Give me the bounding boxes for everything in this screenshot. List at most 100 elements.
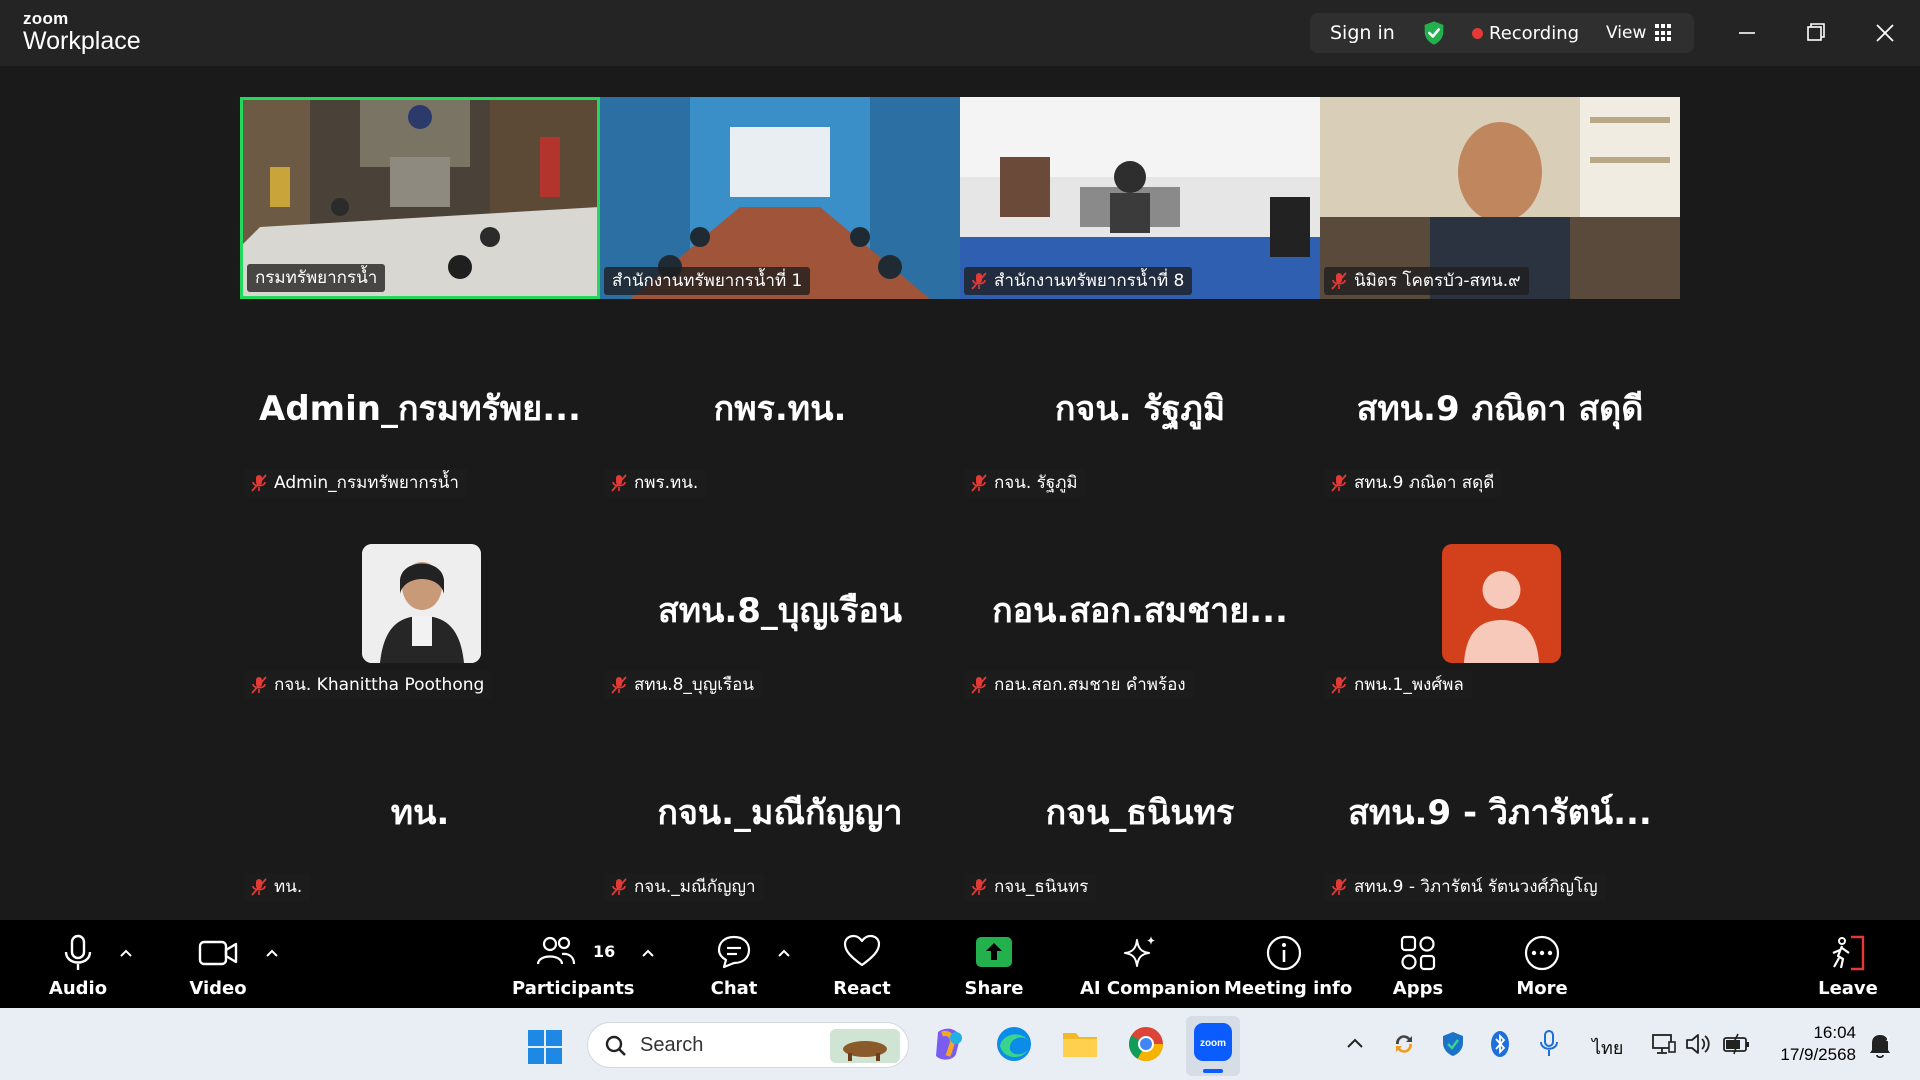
participant-name: สทน.9 - วิภารัตน์ รัตนวงศ์ภิญโญ	[1354, 877, 1598, 897]
leave-door-icon	[1832, 935, 1865, 971]
more-button[interactable]: More	[1502, 920, 1582, 1008]
participant-tile[interactable]: Admin_กรมทรัพย... Admin_กรมทรัพยากรน้ำ	[240, 299, 600, 501]
minimize-icon[interactable]	[1730, 16, 1764, 50]
zoom-taskbar-app[interactable]: zoom	[1186, 1016, 1240, 1076]
participant-name: กพน.1_พงศ์พล	[1354, 675, 1464, 695]
recording-dot-icon	[1472, 28, 1483, 39]
participant-tile[interactable]: สทน.9 ภณิดา สดุดี สทน.9 ภณิดา สดุดี	[1320, 299, 1680, 501]
participant-name-tag: ทน.	[244, 873, 311, 901]
chrome-browser-icon[interactable]	[1126, 1024, 1166, 1064]
video-button[interactable]: Video	[178, 920, 258, 1008]
participants-options-chevron-up-icon[interactable]	[641, 948, 655, 958]
participant-name-tag: กรมทรัพยากรน้ำ	[247, 264, 386, 292]
zoom-workplace-logo: zoom Workplace	[23, 10, 141, 54]
ai-companion-label: AI Companion	[1080, 978, 1221, 999]
participant-name-tag: กพน.1_พงศ์พล	[1324, 671, 1472, 699]
taskbar-clock[interactable]: 16:04 17/9/2568	[1770, 1022, 1856, 1066]
battery-charging-icon[interactable]	[1722, 1030, 1752, 1058]
brand-large: Workplace	[23, 27, 141, 55]
ai-companion-button[interactable]: AI Companion	[1080, 920, 1221, 1008]
participant-name: กจน._มณีกัญญา	[634, 877, 756, 897]
leave-label: Leave	[1818, 978, 1878, 999]
volume-icon[interactable]	[1684, 1030, 1714, 1058]
participant-display-name: กพร.ทน.	[713, 389, 847, 429]
participant-name: กจน_ธนินทร	[994, 877, 1089, 897]
participant-tile[interactable]: ทน. ทน.	[240, 703, 600, 905]
participant-display-name: Admin_กรมทรัพย...	[259, 389, 581, 429]
participants-count: 16	[593, 942, 616, 961]
default-avatar-icon	[1442, 544, 1561, 663]
microphone-in-use-icon[interactable]	[1538, 1029, 1560, 1059]
sync-icon[interactable]	[1390, 1030, 1418, 1058]
participant-display-name: กจน._มณีกัญญา	[657, 793, 903, 833]
participant-tile[interactable]: สทน.8_บุญเรือน สทน.8_บุญเรือน	[600, 501, 960, 703]
meeting-info-button[interactable]: Meeting info	[1224, 920, 1352, 1008]
edge-browser-icon[interactable]	[994, 1024, 1034, 1064]
sign-in-button[interactable]: Sign in	[1330, 22, 1395, 44]
file-explorer-icon[interactable]	[1060, 1024, 1100, 1064]
network-icon[interactable]	[1650, 1030, 1678, 1058]
apps-icon	[1400, 935, 1436, 971]
restore-icon[interactable]	[1799, 16, 1833, 50]
view-button[interactable]: View	[1606, 23, 1646, 43]
participants-icon	[536, 936, 576, 965]
copilot-icon[interactable]	[928, 1024, 968, 1064]
participant-tile[interactable]: กจน_ธนินทร กจน_ธนินทร	[960, 703, 1320, 905]
input-language-indicator[interactable]: ไทย	[1592, 1033, 1623, 1062]
encryption-shield-icon[interactable]	[1420, 19, 1448, 47]
audio-options-chevron-up-icon[interactable]	[119, 948, 133, 958]
participant-name: กอน.สอก.สมชาย คำพร้อง	[994, 675, 1186, 695]
windows-start-icon[interactable]	[528, 1030, 562, 1064]
participant-tile[interactable]: กพร.ทน. กพร.ทน.	[600, 299, 960, 501]
apps-button[interactable]: Apps	[1378, 920, 1458, 1008]
title-controls: Sign in Recording View	[1310, 13, 1694, 53]
participant-tile[interactable]: กพน.1_พงศ์พล	[1320, 501, 1680, 703]
participant-name-tag: สำนักงานทรัพยากรน้ำที่ 1	[604, 267, 811, 295]
participant-tile[interactable]: กจน. รัฐภูมิ กจน. รัฐภูมิ	[960, 299, 1320, 501]
bluetooth-icon[interactable]	[1490, 1030, 1510, 1058]
participant-name: สำนักงานทรัพยากรน้ำที่ 8	[994, 271, 1185, 291]
share-screen-button[interactable]: Share	[954, 920, 1034, 1008]
notifications-bell-icon[interactable]: z	[1866, 1030, 1894, 1060]
participant-tile[interactable]: กอน.สอก.สมชาย... กอน.สอก.สมชาย คำพร้อง	[960, 501, 1320, 703]
video-camera-icon	[198, 940, 238, 966]
grid-view-icon[interactable]	[1655, 24, 1673, 42]
react-button[interactable]: React	[822, 920, 902, 1008]
participant-tile[interactable]: กรมทรัพยากรน้ำ	[240, 97, 600, 299]
participant-tile[interactable]: สำนักงานทรัพยากรน้ำที่ 8	[960, 97, 1320, 299]
audio-button[interactable]: Audio	[38, 920, 118, 1008]
participant-name-tag: กอน.สอก.สมชาย คำพร้อง	[964, 671, 1194, 699]
video-options-chevron-up-icon[interactable]	[265, 948, 279, 958]
show-hidden-icons-chevron-up-icon[interactable]	[1346, 1036, 1364, 1050]
participant-name: กจน. Khanittha Poothong	[274, 675, 485, 695]
security-shield-icon[interactable]	[1440, 1030, 1466, 1058]
search-icon	[605, 1035, 626, 1056]
audio-label: Audio	[48, 978, 108, 999]
muted-mic-icon	[611, 676, 627, 694]
chat-button[interactable]: Chat	[694, 920, 774, 1008]
taskbar-search-box[interactable]: Search	[587, 1022, 909, 1068]
close-icon[interactable]	[1868, 16, 1902, 50]
participants-button[interactable]: Participants	[512, 920, 635, 1008]
participant-name: นิมิตร โคตรบัว-สทน.๙	[1354, 271, 1521, 291]
participant-display-name: สทน.9 - วิภารัตน์...	[1348, 793, 1652, 833]
recording-indicator[interactable]: Recording	[1489, 23, 1579, 44]
muted-mic-icon	[251, 676, 267, 694]
muted-mic-icon	[251, 474, 267, 492]
participants-label: Participants	[512, 978, 635, 999]
participant-display-name: กจน. รัฐภูมิ	[1054, 389, 1226, 429]
heart-icon	[843, 934, 881, 967]
participant-tile[interactable]: สำนักงานทรัพยากรน้ำที่ 1	[600, 97, 960, 299]
participant-avatar-photo	[362, 544, 481, 663]
leave-meeting-button[interactable]: Leave	[1808, 920, 1888, 1008]
participant-tile[interactable]: สทน.9 - วิภารัตน์... สทน.9 - วิภารัตน์ ร…	[1320, 703, 1680, 905]
svg-text:z: z	[1886, 1034, 1890, 1043]
microphone-icon	[64, 934, 92, 970]
participant-tile[interactable]: นิมิตร โคตรบัว-สทน.๙	[1320, 97, 1680, 299]
chat-options-chevron-up-icon[interactable]	[777, 948, 791, 958]
participant-tile[interactable]: กจน. Khanittha Poothong	[240, 501, 600, 703]
muted-mic-icon	[611, 878, 627, 896]
video-label: Video	[189, 978, 247, 999]
participant-name-tag: กจน. รัฐภูมิ	[964, 469, 1086, 497]
participant-tile[interactable]: กจน._มณีกัญญา กจน._มณีกัญญา	[600, 703, 960, 905]
